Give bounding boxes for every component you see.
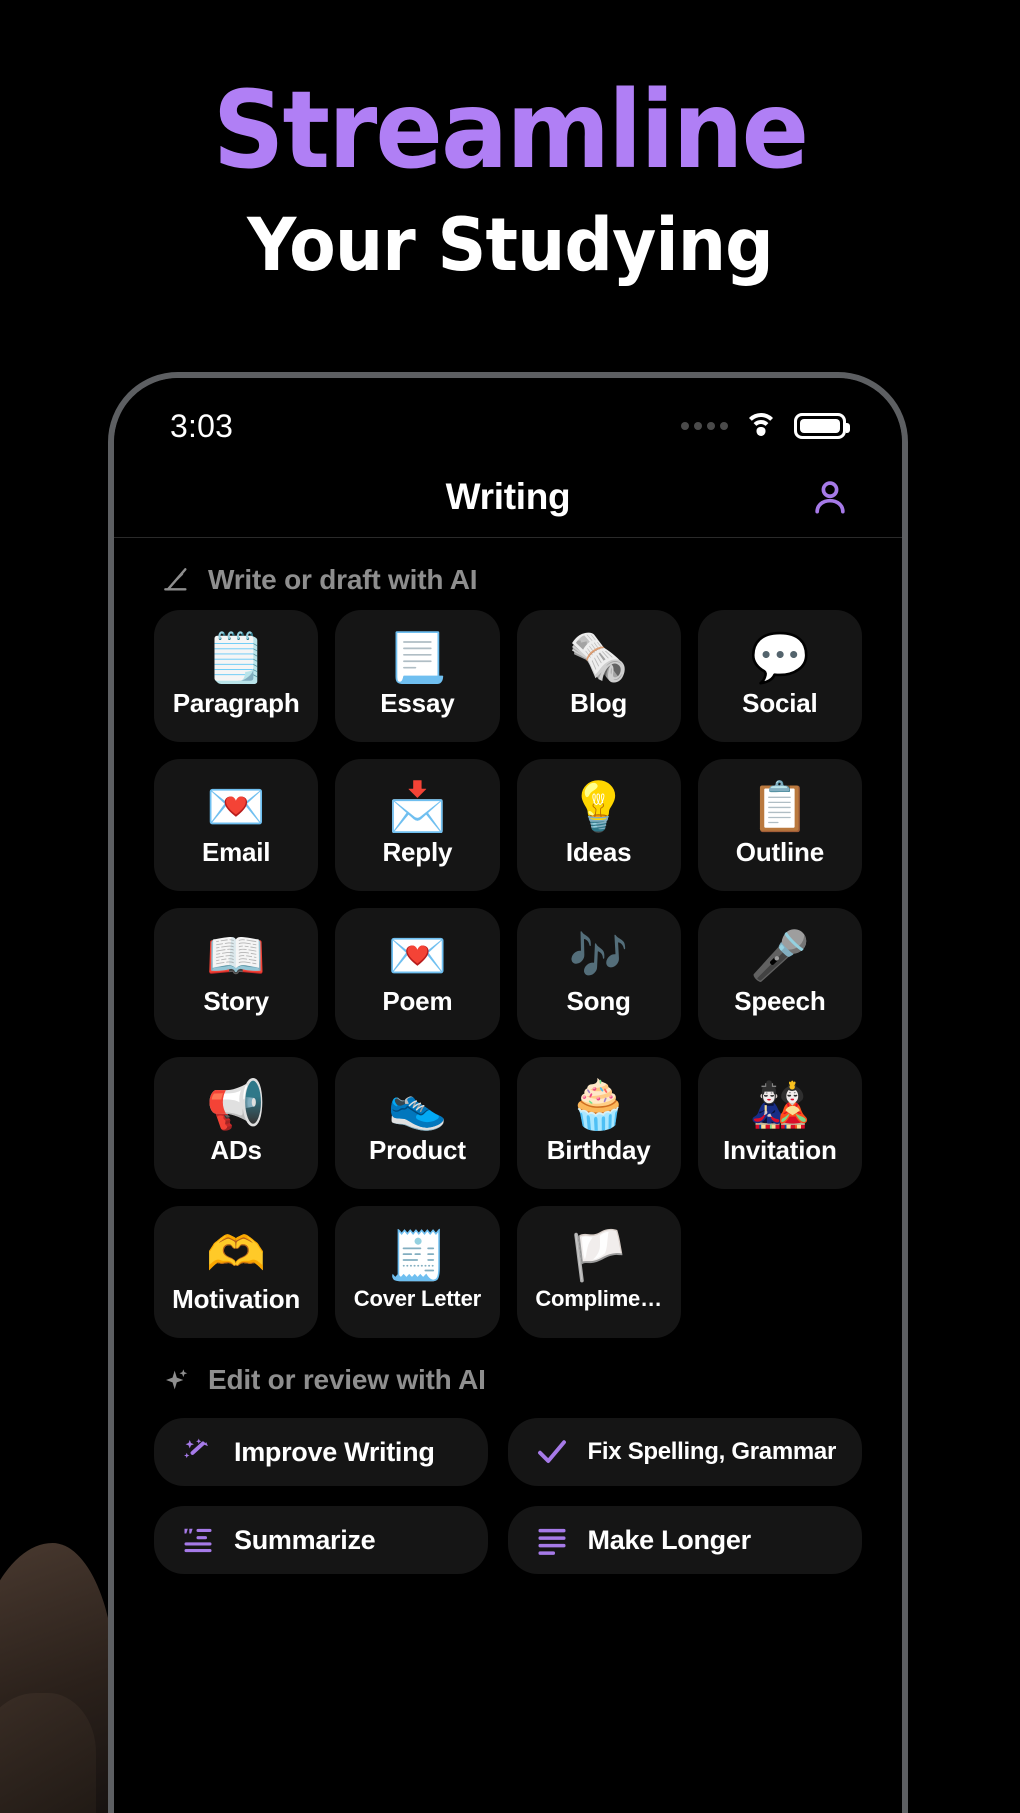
tool-tile-label: Complime…: [535, 1286, 662, 1311]
signal-dots-icon: [681, 422, 728, 430]
tool-tile-motivation[interactable]: 🫶 Motivation: [154, 1206, 319, 1338]
section-label-edit: Edit or review with AI: [208, 1364, 486, 1395]
tool-tile-story[interactable]: 📖 Story: [154, 908, 319, 1040]
tool-tile-label: Paragraph: [172, 687, 300, 718]
action-label: Summarize: [234, 1524, 376, 1555]
tool-tile-reply[interactable]: 📩 Reply: [335, 759, 500, 891]
tool-tile-song[interactable]: 🎶 Song: [516, 908, 681, 1040]
tool-tile-label: Invitation: [723, 1134, 837, 1165]
tool-tile-blog[interactable]: 🗞️ Blog: [516, 610, 681, 742]
action-improve-writing[interactable]: Improve Writing: [154, 1418, 488, 1486]
tool-tile-ads[interactable]: 📢 ADs: [154, 1057, 319, 1189]
action-fix-spelling-grammar[interactable]: Fix Spelling, Grammar: [507, 1418, 862, 1486]
love-banner-icon: 🏳️: [568, 1228, 629, 1284]
promo-headline-line2: Your Studying: [247, 203, 774, 288]
open-book-icon: 📖: [206, 927, 266, 984]
clipboard-icon: 📋: [749, 778, 810, 835]
tool-tile-label: Cover Letter: [353, 1286, 481, 1311]
pencil-edit-icon: [160, 564, 192, 596]
tool-tile-label: Blog: [570, 687, 628, 718]
heart-document-icon: 💌: [387, 927, 448, 984]
tool-tile-paragraph[interactable]: 🗒️ Paragraph: [154, 610, 319, 742]
tool-tile-product[interactable]: 👟 Product: [335, 1057, 500, 1189]
edit-actions-grid: Improve Writing Fix Spelling, Grammar Su…: [114, 1410, 902, 1574]
section-header-edit: Edit or review with AI: [114, 1338, 902, 1410]
page-title: Writing: [445, 475, 571, 517]
invitation-card-icon: 🎎: [749, 1076, 810, 1133]
wifi-icon: [744, 413, 778, 439]
tool-tile-ideas[interactable]: 💡 Ideas: [516, 759, 681, 891]
action-summarize[interactable]: Summarize: [154, 1506, 488, 1574]
tool-tile-label: Social: [742, 687, 818, 718]
tool-tile-compliment[interactable]: 🏳️ Complime…: [516, 1206, 681, 1338]
microphone-icon: 🎤: [749, 927, 810, 984]
running-shoe-icon: 👟: [387, 1076, 448, 1133]
tool-tile-label: Email: [201, 836, 271, 867]
blog-page-icon: 🗞️: [568, 629, 629, 686]
resume-document-icon: 🧾: [387, 1228, 448, 1284]
light-bulb-icon: 💡: [568, 778, 629, 835]
section-label-write: Write or draft with AI: [208, 564, 478, 595]
tool-tile-label: Story: [203, 985, 269, 1016]
tool-tile-label: Song: [566, 985, 631, 1016]
tool-tile-invitation[interactable]: 🎎 Invitation: [697, 1057, 862, 1189]
promo-headline-line1: Streamline: [212, 69, 809, 193]
magic-wand-icon: [180, 1434, 216, 1470]
quote-list-icon: [180, 1522, 216, 1558]
tool-tile-essay[interactable]: 📃 Essay: [335, 610, 500, 742]
tool-tile-birthday[interactable]: 🧁 Birthday: [516, 1057, 681, 1189]
status-bar: 3:03: [114, 378, 902, 456]
tool-tile-label: Essay: [380, 687, 455, 718]
person-hair-silhouette: [0, 1543, 116, 1813]
tool-tile-poem[interactable]: 💌 Poem: [335, 908, 500, 1040]
writing-tools-grid: 🗒️ Paragraph 📃 Essay 🗞️ Blog 💬 Social 💌: [114, 610, 902, 1338]
tool-tile-label: Birthday: [546, 1134, 651, 1165]
promo-screenshot: Streamline Your Studying 3:03 Writing Wr…: [0, 0, 1020, 1813]
action-label: Improve Writing: [234, 1436, 435, 1467]
tool-tile-label: Motivation: [172, 1283, 301, 1314]
megaphone-icon: 📢: [206, 1076, 266, 1133]
tool-tile-label: Product: [368, 1134, 466, 1165]
sparkles-icon: [160, 1364, 192, 1396]
phone-mockup: 3:03 Writing Write or draft with AI 🗒️ P…: [108, 372, 908, 1813]
tool-tile-social[interactable]: 💬 Social: [697, 610, 862, 742]
envelope-with-badge-icon: 📩: [387, 778, 448, 835]
profile-button[interactable]: [808, 475, 852, 519]
tool-tile-label: Reply: [382, 836, 453, 867]
action-label: Fix Spelling, Grammar: [587, 1438, 837, 1465]
tool-tile-label: Ideas: [565, 836, 632, 867]
tool-tile-label: Poem: [382, 985, 453, 1016]
tool-tile-label: Outline: [735, 836, 824, 867]
cupcake-icon: 🧁: [568, 1076, 629, 1133]
scroll-notes-icon: 🗒️: [206, 629, 266, 686]
section-header-write: Write or draft with AI: [114, 538, 902, 610]
app-navbar: Writing: [114, 456, 902, 538]
action-label: Make Longer: [587, 1524, 752, 1555]
tool-tile-label: ADs: [210, 1134, 262, 1165]
status-bar-time: 3:03: [170, 407, 234, 444]
tool-tile-cover-letter[interactable]: 🧾 Cover Letter: [335, 1206, 500, 1338]
tool-tile-label: Speech: [734, 985, 826, 1016]
musical-notes-icon: 🎶: [568, 927, 629, 984]
text-lines-icon: [534, 1522, 570, 1558]
battery-full-icon: [794, 413, 850, 439]
speech-balloon-icon: 💬: [749, 629, 810, 686]
love-letter-icon: 💌: [206, 778, 266, 835]
tool-tile-email[interactable]: 💌 Email: [154, 759, 319, 891]
promo-headline: Streamline Your Studying: [0, 0, 1020, 288]
phone-screen: 3:03 Writing Write or draft with AI 🗒️ P…: [114, 378, 902, 1813]
check-mark-icon: [534, 1434, 570, 1470]
status-bar-icons: [681, 413, 850, 439]
heart-hand-icon: 🫶: [206, 1225, 266, 1282]
tool-tile-speech[interactable]: 🎤 Speech: [697, 908, 862, 1040]
action-make-longer[interactable]: Make Longer: [507, 1506, 862, 1574]
tool-tile-outline[interactable]: 📋 Outline: [697, 759, 862, 891]
page-with-curl-icon: 📃: [387, 629, 448, 686]
